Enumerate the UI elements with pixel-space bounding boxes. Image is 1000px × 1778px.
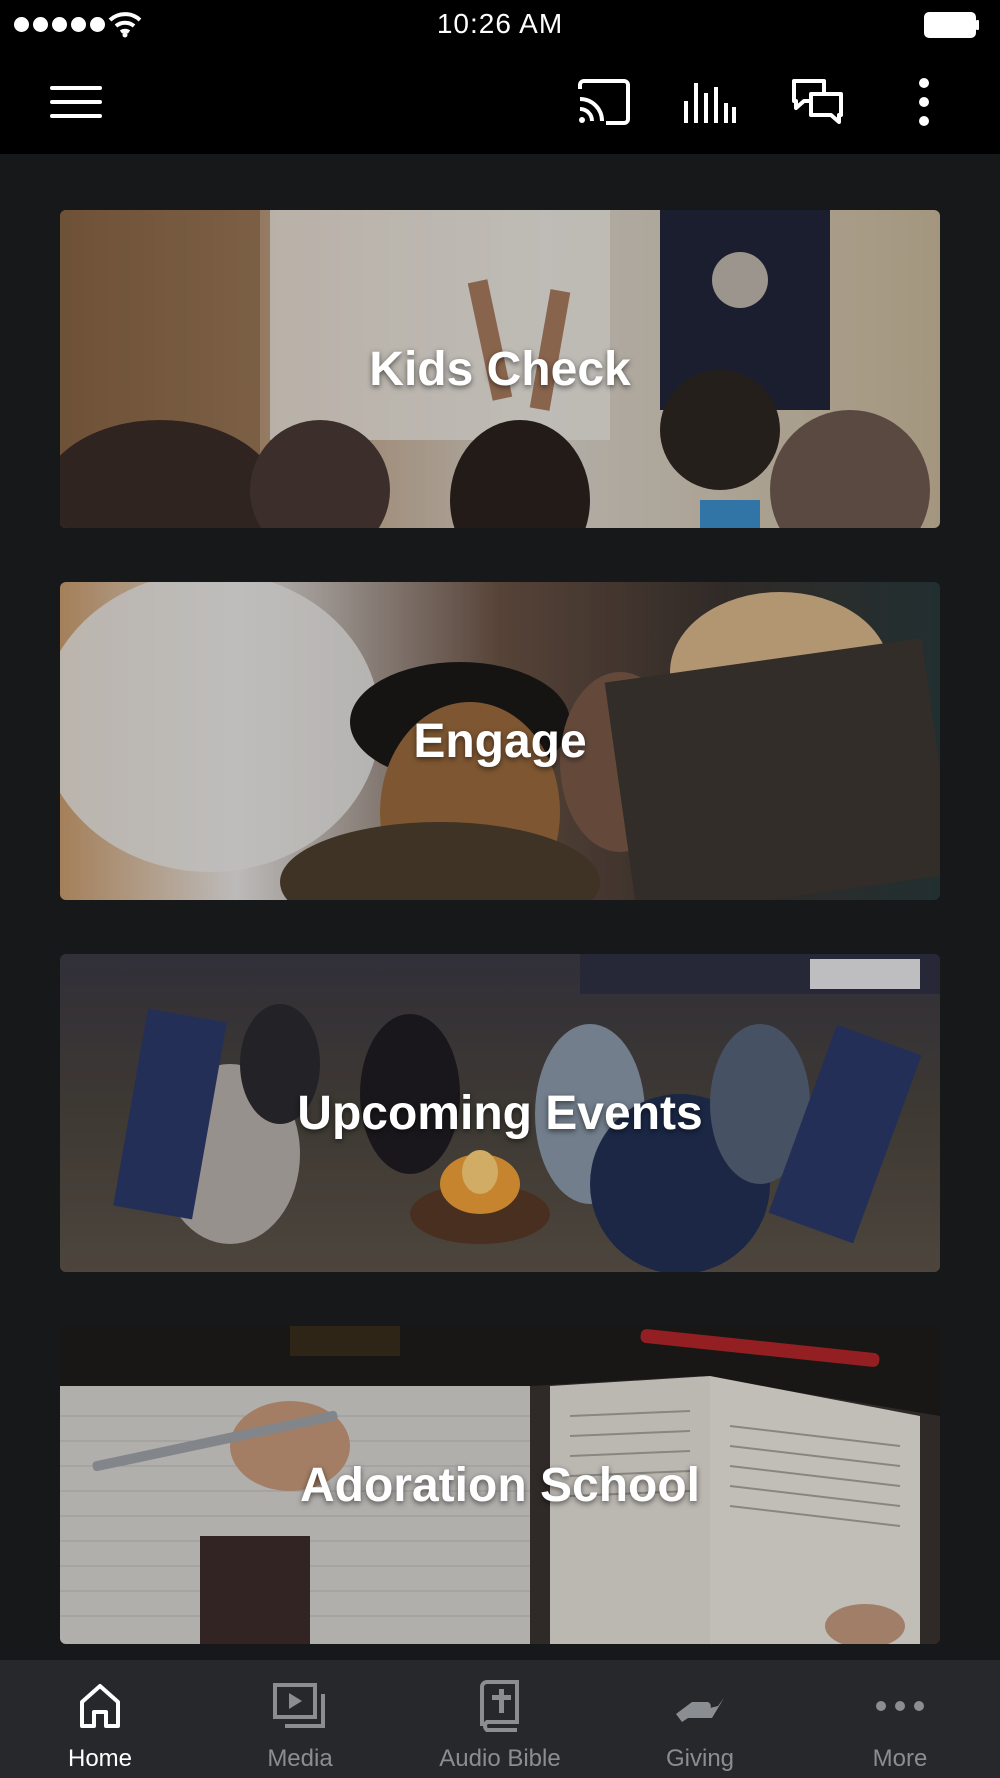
cast-icon <box>578 79 630 125</box>
overflow-menu-button[interactable] <box>892 70 956 134</box>
tab-label: More <box>872 1745 928 1772</box>
card-title: Kids Check <box>369 342 631 396</box>
tab-home[interactable]: Home <box>0 1660 200 1778</box>
tab-label: Home <box>67 1745 133 1772</box>
card-engage[interactable]: Engage <box>60 582 940 900</box>
menu-button[interactable] <box>44 70 108 134</box>
chat-icon <box>792 79 843 124</box>
home-icon <box>80 1684 120 1728</box>
card-title: Engage <box>413 714 587 768</box>
card-title: Upcoming Events <box>297 1086 703 1140</box>
tab-audio-bible[interactable]: Audio Bible <box>400 1660 600 1778</box>
menu-icon <box>50 86 102 118</box>
tab-label: Media <box>267 1745 333 1772</box>
home-feed: Kids Check Engage Upcoming Events Adorat… <box>0 154 1000 1660</box>
card-title: Adoration School <box>300 1458 700 1512</box>
status-bar: 10:26 AM <box>0 0 1000 50</box>
audio-button[interactable] <box>678 70 742 134</box>
bible-icon <box>480 1680 519 1732</box>
battery-icon <box>924 12 979 38</box>
status-time: 10:26 AM <box>436 8 564 39</box>
bottom-tab-bar: Home Media Audio Bible Giving More <box>0 1660 1000 1778</box>
more-vertical-icon <box>919 78 929 126</box>
tab-media[interactable]: Media <box>200 1660 400 1778</box>
cast-button[interactable] <box>572 70 636 134</box>
giving-icon <box>676 1698 724 1722</box>
tab-more[interactable]: More <box>800 1660 1000 1778</box>
media-icon <box>273 1683 325 1728</box>
audio-levels-icon <box>684 83 736 123</box>
card-kids-check[interactable]: Kids Check <box>60 210 940 528</box>
tab-giving[interactable]: Giving <box>600 1660 800 1778</box>
tab-label: Audio Bible <box>439 1745 561 1772</box>
more-horizontal-icon <box>876 1701 924 1711</box>
card-upcoming-events[interactable]: Upcoming Events <box>60 954 940 1272</box>
tab-label: Giving <box>665 1745 735 1772</box>
chat-button[interactable] <box>786 70 850 134</box>
card-adoration-school[interactable]: Adoration School <box>60 1326 940 1644</box>
app-toolbar <box>0 50 1000 154</box>
